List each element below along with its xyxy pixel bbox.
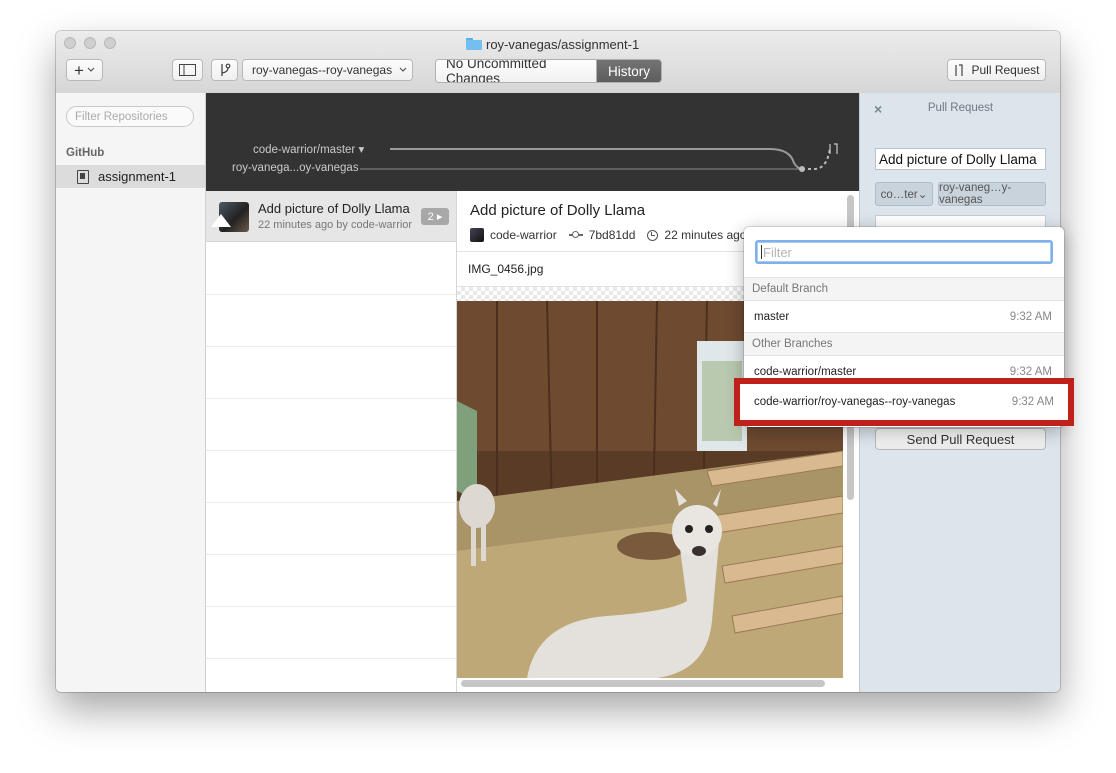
list-item — [206, 503, 456, 555]
base-branch-label: co…ter⌄ — [880, 189, 928, 201]
pull-request-button[interactable]: Pull Request — [947, 59, 1046, 81]
add-button[interactable]: + — [66, 59, 103, 81]
file-count-badge[interactable]: 2 ▸ — [421, 208, 449, 225]
sidebar: Filter Repositories GitHub assignment-1 — [56, 93, 206, 692]
list-item — [206, 451, 456, 503]
section-default-branch: Default Branch — [744, 277, 1064, 301]
commit-title: Add picture of Dolly Llama — [258, 201, 410, 216]
pull-request-title-input[interactable]: Add picture of Dolly Llama — [875, 148, 1046, 170]
chevron-down-icon — [399, 67, 407, 72]
popover-arrow — [211, 214, 231, 227]
tab-uncommitted-changes[interactable]: No Uncommitted Changes — [436, 60, 597, 82]
commit-meta: 22 minutes ago by code-warrior — [258, 219, 413, 231]
text-cursor — [761, 245, 762, 259]
graph-pull-request-icon — [829, 143, 838, 154]
branch-filter-placeholder: Filter — [763, 244, 792, 260]
filter-repositories-placeholder: Filter Repositories — [75, 110, 168, 123]
tab-history[interactable]: History — [597, 60, 661, 82]
commit-icon — [568, 231, 583, 239]
add-label: + — [74, 60, 84, 80]
list-item — [206, 399, 456, 451]
branch-name: master — [754, 311, 790, 323]
highlight-annotation — [734, 378, 1074, 426]
pull-request-title-value: Add picture of Dolly Llama — [879, 151, 1037, 167]
filter-repositories-input[interactable]: Filter Repositories — [66, 106, 194, 127]
author-avatar — [470, 228, 484, 242]
file-name: IMG_0456.jpg — [468, 262, 544, 276]
branch-icon — [220, 63, 230, 76]
detail-time: 22 minutes ago — [664, 228, 747, 242]
pull-request-label: Pull Request — [971, 63, 1040, 77]
toolbar: roy-vanegas/assignment-1 + roy-vanegas--… — [56, 31, 1060, 94]
branch-selector[interactable]: roy-vanegas--roy-vanegas — [242, 59, 413, 81]
zoom-window-button[interactable] — [104, 37, 116, 49]
folder-icon — [466, 38, 482, 50]
branch-name: code-warrior/master — [754, 366, 857, 378]
history-graph: code-warrior/master ▾ roy-vanega...oy-va… — [206, 93, 859, 191]
branch-row-master[interactable]: master 9:32 AM — [744, 302, 1064, 332]
detail-author[interactable]: code-warrior — [490, 228, 557, 242]
head-branch-selector[interactable]: roy-vaneg…y-vanegas — [938, 182, 1046, 206]
branch-time: 9:32 AM — [1009, 311, 1052, 323]
branch-selector-label: roy-vanegas--roy-vanegas — [252, 63, 393, 77]
view-segmented-control: No Uncommitted Changes History — [435, 59, 662, 83]
send-pull-request-button[interactable]: Send Pull Request — [875, 428, 1046, 450]
toggle-sidebar-button[interactable] — [172, 59, 203, 81]
list-item — [206, 243, 456, 295]
branch-filter-input[interactable]: Filter — [755, 240, 1053, 264]
base-branch-selector[interactable]: co…ter⌄ — [875, 182, 933, 206]
list-item — [206, 607, 456, 659]
branch-time: 9:32 AM — [1009, 366, 1052, 378]
pull-request-header: Pull Request — [927, 102, 994, 114]
sidebar-icon — [179, 64, 196, 76]
chevron-down-icon — [87, 67, 95, 72]
commit-row[interactable]: Add picture of Dolly Llama 22 minutes ag… — [206, 191, 456, 242]
branch-button[interactable] — [211, 59, 238, 81]
window-title-text: roy-vanegas/assignment-1 — [486, 36, 640, 52]
minimize-window-button[interactable] — [84, 37, 96, 49]
horizontal-scrollbar[interactable] — [461, 680, 825, 687]
close-icon[interactable]: × — [874, 101, 882, 117]
list-item — [206, 295, 456, 347]
head-branch-label: roy-vaneg…y-vanegas — [939, 182, 1012, 206]
sidebar-section-github: GitHub — [66, 147, 105, 159]
graph-lines — [360, 143, 838, 172]
repo-icon — [77, 169, 89, 184]
detail-title: Add picture of Dolly Llama — [470, 202, 646, 219]
clock-icon — [647, 229, 659, 241]
sidebar-item-assignment-1[interactable]: assignment-1 — [56, 165, 205, 188]
list-item — [206, 347, 456, 399]
list-item — [206, 555, 456, 607]
detail-sha[interactable]: 7bd81dd — [589, 228, 636, 242]
commit-list: Add picture of Dolly Llama 22 minutes ag… — [206, 191, 457, 692]
detail-meta: code-warrior 7bd81dd 22 minutes ago — [470, 228, 746, 242]
sidebar-item-label: assignment-1 — [98, 169, 177, 184]
section-other-branches: Other Branches — [744, 332, 1064, 356]
pull-request-icon — [955, 64, 964, 76]
window-title: roy-vanegas/assignment-1 — [466, 35, 639, 53]
close-window-button[interactable] — [64, 37, 76, 49]
